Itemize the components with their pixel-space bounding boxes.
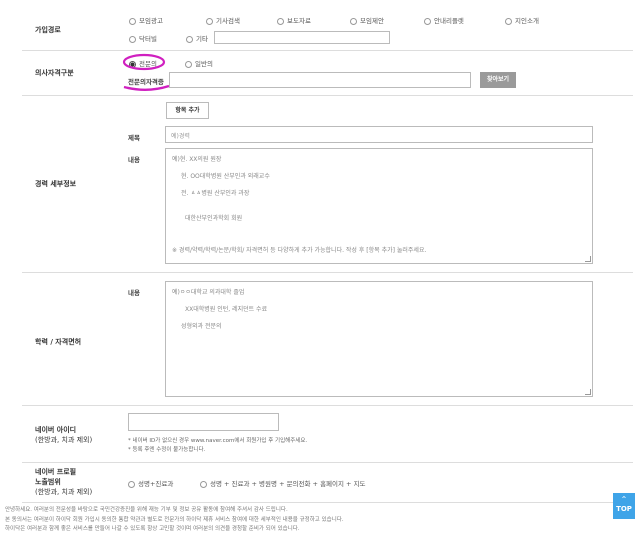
- career-line-0: 예)현. XX의원 원장: [172, 156, 222, 163]
- join-option-4[interactable]: 안내리플렛: [424, 15, 464, 25]
- radio-icon[interactable]: [206, 17, 213, 25]
- radio-icon[interactable]: [424, 17, 431, 25]
- education-content-textarea[interactable]: 예)ㅇㅇ대학교 의과대학 졸업 XX대학병원 인턴, 레지던트 수료 성형외과 …: [165, 281, 593, 397]
- doctor-type-general[interactable]: 일반의: [185, 58, 213, 68]
- highlight-underline-icon: [123, 84, 170, 91]
- radio-icon[interactable]: [129, 35, 136, 43]
- exposure-option-1[interactable]: 성명 + 진료과 + 병원명 + 문의전화 + 홈페이지 + 지도: [200, 478, 366, 488]
- naver-note-1: * 등록 후엔 수정이 불가능합니다.: [128, 447, 206, 453]
- career-row: 경력 세부정보 항목 추가 제목 예)경력 내용 예)현. XX의원 원장 현.…: [22, 95, 633, 273]
- career-title-placeholder: 예)경력: [171, 133, 190, 140]
- join-other-input[interactable]: [214, 31, 390, 44]
- career-line-1: 현. OO대학병원 산부인과 외래교수: [181, 173, 270, 180]
- radio-icon[interactable]: [185, 60, 192, 68]
- radio-icon[interactable]: [128, 480, 135, 488]
- join-option-2[interactable]: 보도자료: [277, 15, 311, 25]
- top-button[interactable]: ⌃ TOP: [613, 493, 635, 519]
- radio-icon[interactable]: [277, 17, 284, 25]
- education-row: 학력 / 자격면허 내용 예)ㅇㅇ대학교 의과대학 졸업 XX대학병원 인턴, …: [22, 272, 633, 406]
- career-title-label: 제목: [128, 134, 140, 142]
- career-content-label: 내용: [128, 156, 140, 164]
- doctor-type-label: 의사자격구분: [35, 69, 74, 77]
- footer-line-2: 하이닥은 여러분과 함께 좋은 서비스를 만들어 나갈 수 있도록 항상 고민할…: [5, 526, 300, 532]
- radio-icon[interactable]: [200, 480, 207, 488]
- education-content-label: 내용: [128, 289, 140, 297]
- education-line-1: XX대학병원 인턴, 레지던트 수료: [185, 306, 268, 313]
- naver-note-0: * 네이버 ID가 없으신 경우 www.naver.com에서 회원가입 후 …: [128, 438, 308, 444]
- radio-icon[interactable]: [129, 17, 136, 25]
- join-path-label: 가입경로: [35, 26, 61, 34]
- career-content-textarea[interactable]: 예)현. XX의원 원장 현. OO대학병원 산부인과 외래교수 전. ㅿㅿ병원…: [165, 148, 593, 264]
- career-line-4: ※ 경력/약력/학력/논문/학회/ 자격면허 등 다양하게 추가 가능합니다. …: [172, 247, 427, 254]
- highlight-circle-icon: [122, 53, 166, 71]
- join-option-6[interactable]: 닥터빌: [129, 33, 157, 43]
- browse-button[interactable]: 찾아보기: [480, 72, 516, 88]
- education-label: 학력 / 자격면허: [35, 338, 82, 346]
- footer-line-1: 본 동의서는 여러분이 하이닥 회원 가입시 동의한 통합 약관과 별도로 전문…: [5, 517, 344, 523]
- career-title-input[interactable]: 예)경력: [165, 126, 593, 143]
- radio-icon[interactable]: [505, 17, 512, 25]
- join-option-0[interactable]: 모임광고: [129, 15, 163, 25]
- join-option-5[interactable]: 지인소개: [505, 15, 539, 25]
- join-option-7[interactable]: 기타: [186, 33, 208, 43]
- radio-icon[interactable]: [186, 35, 193, 43]
- join-option-3[interactable]: 모임제안: [350, 15, 384, 25]
- resize-handle-icon[interactable]: [585, 389, 591, 395]
- naver-id-label: 네이버 아이디 (한방과, 치과 제외): [35, 426, 93, 444]
- career-line-3: 대한산부인과학회 회원: [185, 215, 243, 222]
- career-label: 경력 세부정보: [35, 180, 77, 188]
- footer-line-0: 안녕하세요. 여러분의 전문성을 바탕으로 국민건강증진을 위해 재능 기부 및…: [5, 507, 288, 513]
- naver-id-row: 네이버 아이디 (한방과, 치과 제외) * 네이버 ID가 없으신 경우 ww…: [22, 405, 633, 463]
- join-path-row: 가입경로 모임광고 기사검색 보도자료 모임제안 안내리플렛 지인소개 닥터빌 …: [22, 0, 633, 51]
- exposure-label: 네이버 프로필 노출범위 (한방과, 치과 제외): [35, 468, 93, 496]
- chevron-up-icon: ⌃: [620, 495, 628, 504]
- doctor-type-row: 의사자격구분 전문의 일반의 전문의자격증 찾아보기: [22, 50, 633, 96]
- radio-icon[interactable]: [350, 17, 357, 25]
- resize-handle-icon[interactable]: [585, 256, 591, 262]
- career-line-2: 전. ㅿㅿ병원 산부인과 과장: [181, 190, 250, 197]
- exposure-option-0[interactable]: 성명+진료과: [128, 478, 173, 488]
- specialist-cert-file-input[interactable]: [169, 72, 471, 88]
- education-line-0: 예)ㅇㅇ대학교 의과대학 졸업: [172, 289, 245, 296]
- naver-id-input[interactable]: [128, 413, 279, 431]
- join-option-1[interactable]: 기사검색: [206, 15, 240, 25]
- exposure-row: 네이버 프로필 노출범위 (한방과, 치과 제외) 성명+진료과 성명 + 진료…: [22, 462, 633, 503]
- add-item-button[interactable]: 항목 추가: [166, 102, 209, 119]
- education-line-2: 성형외과 전문의: [181, 323, 222, 330]
